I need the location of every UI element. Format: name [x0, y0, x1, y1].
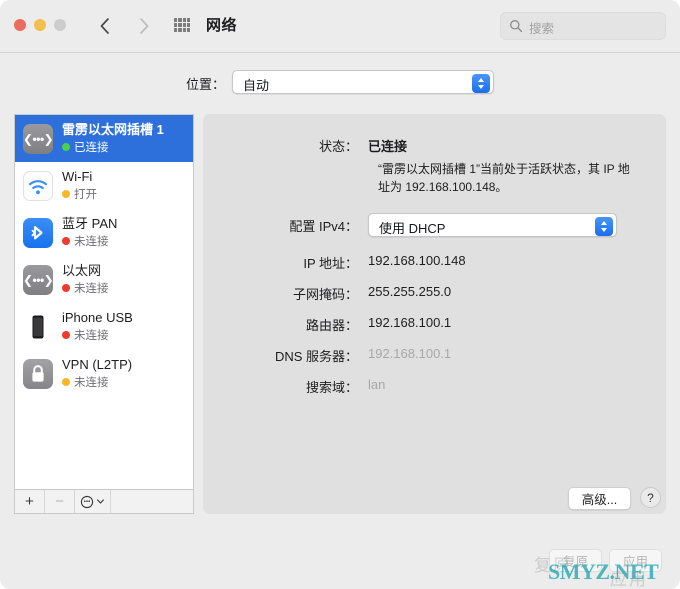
subnet-field-value: 255.255.255.0 — [368, 284, 452, 299]
iphone-icon — [23, 311, 53, 342]
network-preferences-window: 网络 搜索 位置： 自动 ❮•••❯ 雷雳以太网插槽 1 已连接 Wi-Fi 打… — [0, 0, 680, 589]
ipv4-field-label: 配置 IPv4： — [289, 219, 358, 234]
ip-address-row: IP 地址： 192.168.100.148 — [203, 253, 666, 272]
back-button[interactable] — [94, 14, 116, 38]
status-badge: 未连接 — [62, 280, 109, 296]
search-domain-field-label: 搜索域： — [305, 380, 358, 395]
wifi-icon — [23, 170, 53, 201]
gear-dots-icon — [80, 495, 94, 508]
status-dot — [62, 378, 70, 386]
apply-button[interactable]: 应用 — [609, 549, 662, 572]
revert-button[interactable]: 复原 — [549, 549, 602, 572]
lock-icon — [23, 358, 53, 389]
search-domain-row: 搜索域： lan — [203, 377, 666, 396]
status-row: 状态： 已连接 — [203, 136, 666, 155]
status-field-value: 已连接 — [368, 139, 408, 154]
ethernet-icon: ❮•••❯ — [23, 123, 54, 154]
wifi-glyph — [28, 179, 48, 194]
service-name: VPN (L2TP) — [62, 357, 133, 372]
status-label: 未连接 — [74, 236, 109, 248]
titlebar: 网络 搜索 — [0, 0, 680, 53]
bluetooth-icon — [23, 217, 53, 248]
zoom-button[interactable] — [54, 19, 66, 31]
sidebar-toolbar: + − — [14, 489, 194, 514]
page-title: 网络 — [206, 17, 238, 34]
status-badge: 打开 — [62, 186, 97, 202]
chevron-down-icon — [97, 499, 104, 504]
router-field-value: 192.168.100.1 — [368, 315, 452, 330]
service-name: iPhone USB — [62, 310, 133, 325]
service-name: 雷雳以太网插槽 1 — [62, 122, 164, 137]
status-badge: 未连接 — [62, 374, 132, 390]
status-description: “雷雳以太网插槽 1”当前处于活跃状态，其 IP 地址为 192.168.100… — [378, 162, 630, 194]
subnet-mask-row: 子网掩码： 255.255.255.0 — [203, 284, 666, 303]
status-label: 打开 — [74, 189, 97, 201]
forward-button[interactable] — [133, 14, 155, 38]
search-placeholder: 搜索 — [529, 22, 555, 36]
dns-field-label: DNS 服务器： — [274, 349, 358, 364]
sidebar-item-ethernet[interactable]: ❮•••❯ 以太网 未连接 — [15, 256, 193, 303]
chevron-left-icon — [100, 18, 109, 34]
subnet-field-label: 子网掩码： — [292, 287, 358, 302]
service-name: Wi-Fi — [62, 169, 93, 184]
sidebar-item-bluetooth-pan[interactable]: 蓝牙 PAN 未连接 — [15, 209, 193, 256]
ipv4-value: 使用 DHCP — [379, 221, 446, 236]
traffic-lights — [14, 19, 66, 31]
chevron-updown-icon — [595, 216, 613, 236]
help-button[interactable]: ? — [640, 487, 661, 508]
ethernet-icon: ❮•••❯ — [23, 264, 54, 295]
status-dot — [62, 237, 70, 245]
location-value: 自动 — [243, 78, 270, 93]
add-service-button[interactable]: + — [15, 490, 45, 513]
service-name: 以太网 — [62, 263, 102, 278]
dns-field-value: 192.168.100.1 — [368, 346, 452, 361]
search-domain-field-value: lan — [368, 377, 386, 392]
iphone-glyph — [32, 315, 44, 338]
network-services-list[interactable]: ❮•••❯ 雷雳以太网插槽 1 已连接 Wi-Fi 打开 蓝牙 PAN 未连接 … — [14, 114, 194, 489]
status-badge: 已连接 — [62, 139, 164, 155]
service-details-panel: 状态： 已连接 “雷雳以太网插槽 1”当前处于活跃状态，其 IP 地址为 192… — [203, 114, 666, 514]
status-dot — [62, 331, 70, 339]
chevron-updown-icon — [472, 73, 490, 93]
minimize-button[interactable] — [34, 19, 46, 31]
ip-field-label: IP 地址： — [303, 256, 358, 271]
location-label: 位置： — [186, 77, 226, 92]
status-dot — [62, 190, 70, 198]
sidebar-item-vpn-l2tp[interactable]: VPN (L2TP) 未连接 — [15, 350, 193, 397]
status-badge: 未连接 — [62, 233, 117, 249]
sidebar-item-iphone-usb[interactable]: iPhone USB 未连接 — [15, 303, 193, 350]
status-badge: 未连接 — [62, 327, 133, 343]
bluetooth-glyph — [31, 225, 43, 239]
search-field[interactable]: 搜索 — [500, 12, 666, 40]
action-menu-button[interactable] — [75, 490, 111, 513]
status-dot — [62, 284, 70, 292]
close-button[interactable] — [14, 19, 26, 31]
chevron-right-icon — [140, 18, 149, 34]
sidebar-item-thunderbolt-ethernet[interactable]: ❮•••❯ 雷雳以太网插槽 1 已连接 — [15, 115, 193, 162]
lock-glyph — [32, 364, 44, 382]
status-label: 已连接 — [74, 142, 109, 154]
status-field-label: 状态： — [318, 139, 358, 154]
remove-service-button[interactable]: − — [45, 490, 75, 513]
sidebar-item-wifi[interactable]: Wi-Fi 打开 — [15, 162, 193, 209]
ipv4-popup-button[interactable]: 使用 DHCP — [368, 213, 617, 237]
service-name: 蓝牙 PAN — [62, 216, 118, 231]
location-popup-button[interactable]: 自动 — [232, 70, 494, 94]
status-dot — [62, 143, 70, 151]
router-row: 路由器： 192.168.100.1 — [203, 315, 666, 334]
status-label: 未连接 — [74, 377, 109, 389]
search-icon — [510, 20, 523, 33]
advanced-button[interactable]: 高级... — [568, 487, 631, 510]
grid-dots-icon[interactable] — [174, 18, 190, 32]
ip-field-value: 192.168.100.148 — [368, 253, 466, 268]
status-label: 未连接 — [74, 330, 109, 342]
status-label: 未连接 — [74, 283, 109, 295]
router-field-label: 路由器： — [305, 318, 358, 333]
dns-row: DNS 服务器： 192.168.100.1 — [203, 346, 666, 365]
